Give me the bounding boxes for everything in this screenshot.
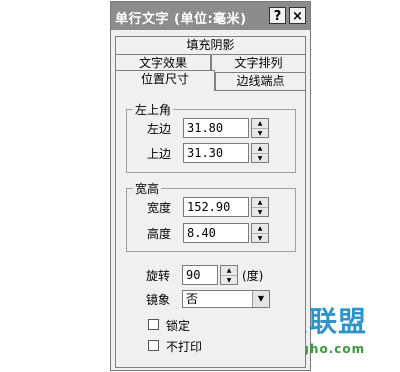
top-spinner[interactable]: ▲ ▼: [251, 143, 269, 163]
top-left-group: 左上角 左边 31.80 ▲ ▼ 上边 31.30 ▲ ▼: [126, 101, 296, 173]
help-button[interactable]: ?: [269, 7, 286, 24]
single-line-text-dialog: 单行文字 (单位:毫米) ? × 填充阴影 文字效果 文字排列 位置尺寸 边线端…: [110, 1, 311, 371]
no-print-label: 不打印: [166, 340, 203, 354]
spin-up-icon[interactable]: ▲: [252, 224, 268, 234]
rotate-label: 旋转: [146, 269, 171, 283]
height-spinner[interactable]: ▲ ▼: [251, 223, 269, 243]
spin-up-icon[interactable]: ▲: [252, 144, 268, 154]
spin-up-icon[interactable]: ▲: [252, 119, 268, 129]
title-bar[interactable]: 单行文字 (单位:毫米) ? ×: [111, 2, 310, 30]
mirror-value: 否: [186, 292, 199, 306]
spin-down-icon[interactable]: ▼: [252, 208, 268, 217]
spin-down-icon[interactable]: ▼: [252, 154, 268, 163]
tab-border-endpoints[interactable]: 边线端点: [215, 72, 306, 90]
left-label: 左边: [147, 122, 172, 136]
no-print-checkbox[interactable]: [148, 340, 159, 351]
left-field[interactable]: 31.80: [183, 118, 249, 138]
chevron-down-icon[interactable]: ▼: [252, 291, 269, 307]
spin-down-icon[interactable]: ▼: [252, 234, 268, 243]
position-size-panel: 左上角 左边 31.80 ▲ ▼ 上边 31.30 ▲ ▼ 宽高 宽度 152.…: [115, 90, 306, 368]
tab-position-size[interactable]: 位置尺寸: [115, 70, 215, 91]
spin-down-icon[interactable]: ▼: [252, 129, 268, 138]
rotate-unit: (度): [242, 269, 264, 283]
width-field[interactable]: 152.90: [183, 197, 249, 217]
top-left-group-label: 左上角: [133, 101, 174, 118]
width-label: 宽度: [147, 201, 172, 215]
width-spinner[interactable]: ▲ ▼: [251, 197, 269, 217]
rotate-field[interactable]: 90: [182, 265, 218, 285]
spin-up-icon[interactable]: ▲: [221, 266, 237, 276]
lock-label: 锁定: [166, 319, 191, 333]
top-field[interactable]: 31.30: [183, 143, 249, 163]
size-group-label: 宽高: [133, 180, 162, 197]
tab-text-arrangement[interactable]: 文字排列: [211, 54, 306, 72]
height-label: 高度: [147, 227, 172, 241]
spin-down-icon[interactable]: ▼: [221, 276, 237, 285]
tab-fill-shadow[interactable]: 填充阴影: [115, 36, 306, 54]
size-group: 宽高 宽度 152.90 ▲ ▼ 高度 8.40 ▲ ▼: [126, 180, 296, 252]
left-spinner[interactable]: ▲ ▼: [251, 118, 269, 138]
dialog-title: 单行文字 (单位:毫米): [115, 12, 247, 27]
mirror-select[interactable]: 否 ▼: [182, 290, 270, 308]
lock-checkbox[interactable]: [148, 319, 159, 330]
rotate-spinner[interactable]: ▲ ▼: [220, 265, 238, 285]
top-label: 上边: [147, 147, 172, 161]
close-button[interactable]: ×: [289, 7, 306, 24]
spin-up-icon[interactable]: ▲: [252, 198, 268, 208]
height-field[interactable]: 8.40: [183, 223, 249, 243]
mirror-label: 镜象: [146, 293, 171, 307]
